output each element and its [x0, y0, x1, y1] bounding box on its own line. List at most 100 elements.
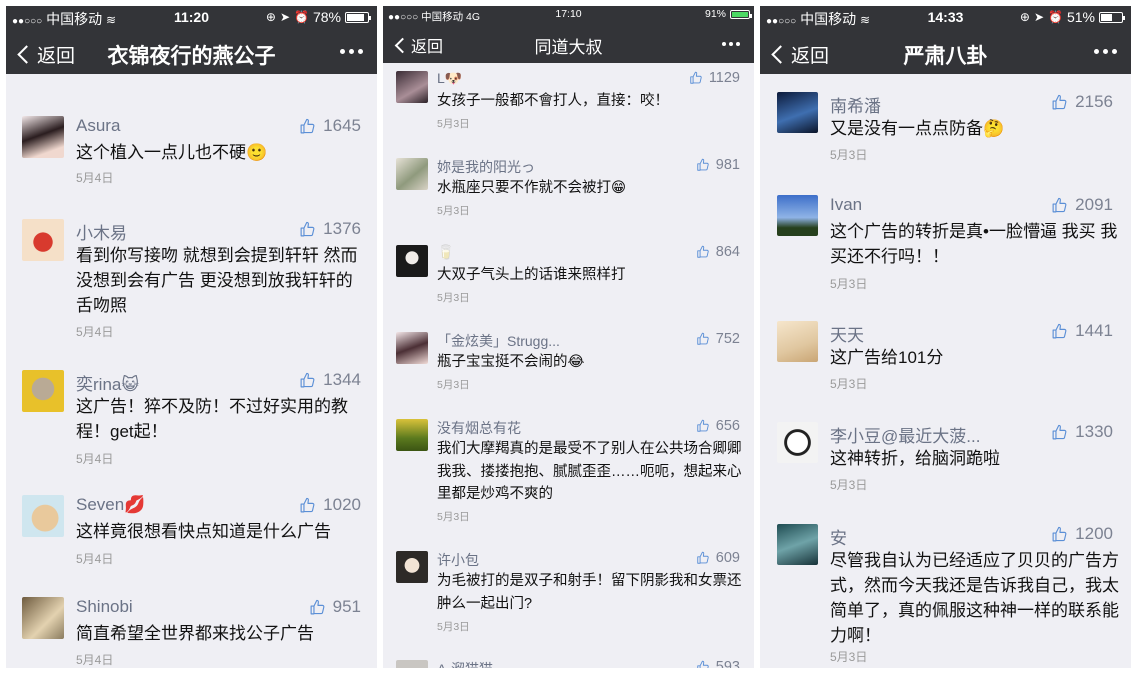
more-button[interactable]: [1094, 49, 1117, 54]
like-count: 1376: [323, 219, 361, 238]
like-count: 1200: [1075, 524, 1113, 543]
commenter-name[interactable]: 小木易: [76, 219, 127, 244]
comment-text: 这样竟很想看快点知道是什么广告: [76, 522, 331, 541]
avatar[interactable]: [396, 660, 428, 668]
commenter-name[interactable]: Ivan: [830, 195, 862, 215]
like-button[interactable]: 1020: [299, 495, 361, 515]
navigation-bar: 返回 同道大叔: [383, 26, 754, 63]
avatar[interactable]: [777, 524, 818, 565]
battery-icon: [345, 11, 371, 23]
thumb-up-icon: [1051, 526, 1068, 543]
commenter-name[interactable]: Shinobi: [76, 597, 133, 617]
thumb-up-icon: [689, 71, 703, 85]
avatar[interactable]: [396, 332, 428, 364]
commenter-name[interactable]: 天天: [830, 321, 864, 346]
avatar[interactable]: [396, 71, 428, 103]
comment-date: 5月3日: [830, 650, 868, 664]
commenter-name[interactable]: 安: [830, 524, 847, 549]
comment-text: 大双子气头上的话谁来照样打: [437, 267, 626, 283]
like-button[interactable]: 656: [696, 418, 740, 434]
like-button[interactable]: 593: [696, 659, 740, 668]
like-count: 981: [715, 157, 740, 173]
back-label: 返回: [411, 39, 444, 56]
commenter-name[interactable]: 奕rina😺: [76, 370, 139, 395]
comment-date: 5月3日: [437, 621, 470, 633]
like-button[interactable]: 1645: [299, 116, 361, 136]
thumb-up-icon: [299, 372, 316, 389]
commenter-name[interactable]: 🥛: [437, 244, 454, 261]
comment-text: 这个广告的转折是真•一脸懵逼 我买 我买还不行吗！！: [830, 222, 1118, 266]
commenter-name[interactable]: 李小豆@最近大菠...: [830, 422, 980, 447]
like-button[interactable]: 1330: [1051, 422, 1113, 442]
avatar[interactable]: [777, 92, 818, 133]
comment-text: 水瓶座只要不作就不会被打😁: [437, 180, 627, 196]
like-count: 593: [715, 659, 740, 668]
like-count: 656: [715, 418, 740, 434]
commenter-name[interactable]: 南希潘: [830, 92, 881, 117]
thumb-up-icon: [696, 158, 710, 172]
thumb-up-icon: [299, 118, 316, 135]
back-button[interactable]: 返回: [393, 33, 443, 57]
avatar[interactable]: [777, 321, 818, 362]
avatar[interactable]: [396, 158, 428, 190]
avatar[interactable]: [777, 422, 818, 463]
avatar[interactable]: [396, 551, 428, 583]
location-icon: ➤: [279, 10, 291, 24]
rotation-lock-icon: ⊕: [1019, 10, 1030, 24]
battery-icon: [730, 9, 752, 19]
avatar[interactable]: [22, 219, 64, 261]
more-button[interactable]: [340, 49, 363, 54]
navigation-bar: 返回 衣锦夜行的燕公子: [6, 32, 377, 74]
like-button[interactable]: 1344: [299, 370, 361, 390]
commenter-name[interactable]: 妳是我的阳光っ: [437, 157, 535, 177]
like-button[interactable]: 1200: [1051, 524, 1113, 544]
commenter-name[interactable]: A-溜猫猫: [437, 659, 493, 668]
comment-text: 这神转折，给脑洞跪啦: [830, 449, 1000, 468]
comment-text: 我们大摩羯真的是最受不了别人在公共场合卿卿我我、搂搂抱抱、腻腻歪歪……呃呃，想起…: [437, 441, 742, 502]
commenter-name[interactable]: L🐶: [437, 70, 462, 87]
comment-text: 这广告给101分: [830, 348, 944, 367]
like-count: 951: [332, 597, 361, 616]
commenter-name[interactable]: 没有烟总有花: [437, 418, 521, 438]
like-button[interactable]: 951: [309, 597, 361, 617]
commenter-name[interactable]: 许小包: [437, 550, 479, 570]
more-button[interactable]: [722, 42, 740, 46]
avatar[interactable]: [22, 495, 64, 537]
thumb-up-icon: [696, 332, 710, 346]
like-count: 609: [715, 550, 740, 566]
battery-percent: 51%: [1066, 9, 1095, 25]
status-bar: ●●○○○ 中国移动 ≋ 11:20 ⊕ ➤ ⏰ 78%: [6, 6, 377, 28]
avatar[interactable]: [777, 195, 818, 236]
thumb-up-icon: [1051, 197, 1068, 214]
comment-date: 5月3日: [830, 148, 868, 162]
like-button[interactable]: 609: [696, 550, 740, 566]
comment-date: 5月3日: [830, 377, 868, 391]
like-button[interactable]: 2091: [1051, 195, 1113, 215]
like-button[interactable]: 981: [696, 157, 740, 173]
avatar[interactable]: [396, 419, 428, 451]
like-button[interactable]: 1441: [1051, 321, 1113, 341]
rotation-lock-icon: ⊕: [265, 10, 276, 24]
commenter-name[interactable]: Seven💋: [76, 495, 145, 515]
thumb-up-icon: [309, 599, 326, 616]
alarm-icon: ⏰: [294, 10, 309, 24]
avatar[interactable]: [396, 245, 428, 277]
like-count: 1344: [323, 370, 361, 389]
commenter-name[interactable]: Asura: [76, 116, 120, 136]
like-button[interactable]: 864: [696, 244, 740, 260]
like-button[interactable]: 1376: [299, 219, 361, 239]
avatar[interactable]: [22, 370, 64, 412]
like-button[interactable]: 2156: [1051, 92, 1113, 112]
avatar[interactable]: [22, 116, 64, 158]
comment-date: 5月3日: [830, 478, 868, 492]
like-count: 1020: [323, 495, 361, 514]
like-count: 1441: [1075, 321, 1113, 340]
like-count: 1129: [708, 70, 740, 86]
comment-text: 为毛被打的是双子和射手！留下阴影我和女票还肿么一起出门?: [437, 573, 742, 612]
avatar[interactable]: [22, 597, 64, 639]
chevron-left-icon: [394, 37, 411, 53]
like-button[interactable]: 752: [696, 331, 740, 347]
like-button[interactable]: 1129: [689, 70, 740, 86]
commenter-name[interactable]: 「金炫美」Strugg...: [437, 331, 560, 351]
comment-text: 这个植入一点儿也不硬🙂: [76, 143, 268, 162]
